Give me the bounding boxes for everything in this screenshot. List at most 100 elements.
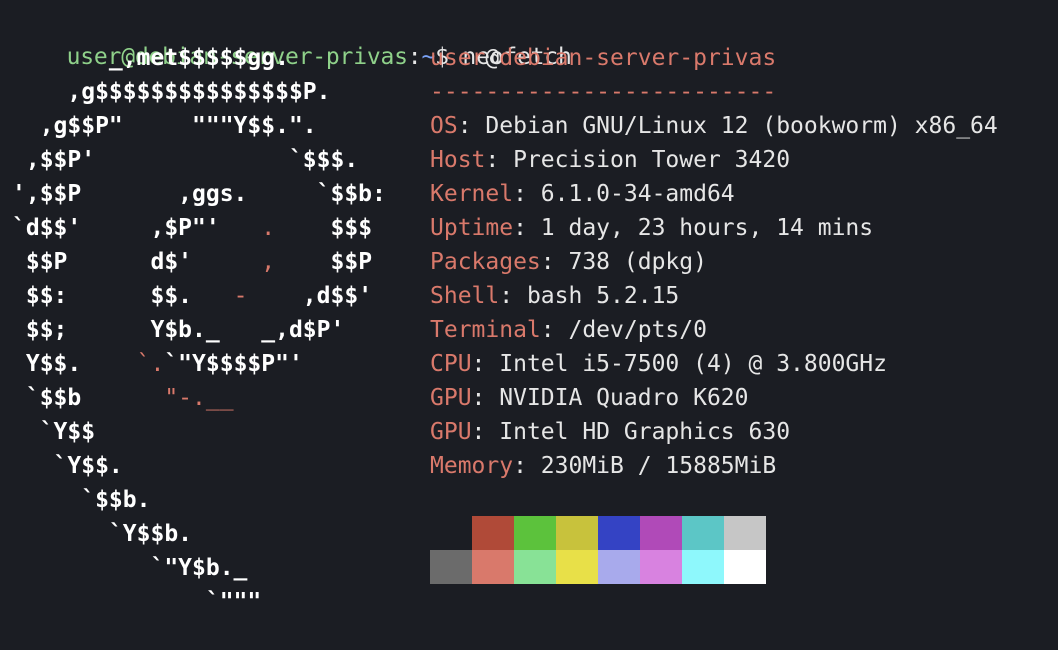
info-key: Memory <box>430 453 514 479</box>
palette-row-normal <box>430 516 766 550</box>
logo-row: `Y$$ <box>12 415 386 449</box>
logo-segment: `. <box>136 351 165 377</box>
info-colon: : <box>513 181 541 207</box>
info-underline: ------------------------- <box>430 79 777 105</box>
color-swatch <box>514 516 556 550</box>
prompt-line: user@debian-server-privas:~$ neofetch <box>12 6 572 70</box>
info-items: OS: Debian GNU/Linux 12 (bookworm) x86_6… <box>430 109 998 483</box>
terminal-window[interactable]: user@debian-server-privas:~$ neofetch _,… <box>0 0 1058 650</box>
logo-row: `$$b "-.__ <box>12 381 386 415</box>
logo-segment: ,g$$P" """Y$$.". <box>12 113 317 139</box>
logo-segment: $$$ <box>275 215 373 241</box>
logo-row: `""" <box>12 585 386 619</box>
info-key: Host <box>430 147 486 173</box>
logo-segment: `"Y$$$$P"' <box>164 351 303 377</box>
logo-row: ',$$P ,ggs. `$$b: <box>12 177 386 211</box>
logo-segment: `""" <box>12 589 262 615</box>
color-swatch <box>724 516 766 550</box>
logo-row: _,met$$$$$gg. <box>12 41 386 75</box>
info-row: Memory: 230MiB / 15885MiB <box>430 449 998 483</box>
info-colon: : <box>471 351 500 377</box>
info-colon: : <box>540 249 569 275</box>
info-value: NVIDIA Quadro K620 <box>499 385 749 411</box>
logo-segment: $$; Y$b._ _,d$P' <box>12 317 345 343</box>
system-info: user@debian-server-privas --------------… <box>430 41 998 483</box>
logo-segment: `"Y$b._ <box>12 555 248 581</box>
color-swatch <box>472 550 514 584</box>
info-value: Intel HD Graphics 630 <box>499 419 791 445</box>
color-swatch <box>724 550 766 584</box>
info-colon: : <box>513 453 541 479</box>
info-title-host: debian-server-privas <box>499 45 777 71</box>
info-colon: : <box>471 419 500 445</box>
info-value: 6.1.0-34-amd64 <box>540 181 735 207</box>
info-row: Packages: 738 (dpkg) <box>430 245 998 279</box>
color-swatch <box>682 550 724 584</box>
info-key: Packages <box>430 249 541 275</box>
info-value: 738 (dpkg) <box>568 249 707 275</box>
logo-segment: `Y$$ <box>12 419 96 445</box>
info-value: 1 day, 23 hours, 14 mins <box>540 215 874 241</box>
info-colon: : <box>540 317 569 343</box>
logo-row: `Y$$b. <box>12 517 386 551</box>
logo-segment: $$: $$. <box>12 283 234 309</box>
logo-row: `$$b. <box>12 483 386 517</box>
color-swatch <box>472 516 514 550</box>
logo-segment: ',$$P ,ggs. `$$b: <box>12 181 386 207</box>
color-swatch <box>430 516 472 550</box>
info-key: Shell <box>430 283 500 309</box>
logo-row: `Y$$. <box>12 449 386 483</box>
logo-segment: ,g$$$$$$$$$$$$$$$P. <box>12 79 331 105</box>
logo-segment: _,met$$$$$gg. <box>12 45 289 71</box>
logo-segment: . <box>261 215 276 241</box>
info-value: Precision Tower 3420 <box>513 147 791 173</box>
info-colon: : <box>499 283 527 309</box>
info-row: Uptime: 1 day, 23 hours, 14 mins <box>430 211 998 245</box>
logo-segment: `$$b. <box>12 487 151 513</box>
info-title-user: user <box>430 45 486 71</box>
info-value: Debian GNU/Linux 12 (bookworm) x86_64 <box>485 113 998 139</box>
info-key: Terminal <box>430 317 541 343</box>
info-value: /dev/pts/0 <box>568 317 707 343</box>
logo-segment: `Y$$b. <box>12 521 193 547</box>
logo-row: $$: $$. - ,d$$' <box>12 279 386 313</box>
info-row: Kernel: 6.1.0-34-amd64 <box>430 177 998 211</box>
info-key: Uptime <box>430 215 514 241</box>
info-value: bash 5.2.15 <box>526 283 680 309</box>
info-key: CPU <box>430 351 472 377</box>
info-value: Intel i5-7500 (4) @ 3.800GHz <box>499 351 887 377</box>
logo-segment: Y$$. <box>12 351 137 377</box>
logo-row: Y$$. `.`"Y$$$$P"' <box>12 347 386 381</box>
info-row: Host: Precision Tower 3420 <box>430 143 998 177</box>
logo-segment: ,$$P' `$$$. <box>12 147 359 173</box>
logo-row: ,$$P' `$$$. <box>12 143 386 177</box>
palette-row-bright <box>430 550 766 584</box>
logo-row: $$; Y$b._ _,d$P' <box>12 313 386 347</box>
color-swatch <box>598 516 640 550</box>
color-swatch <box>430 550 472 584</box>
logo-segment: $$P d$' <box>12 249 262 275</box>
color-swatch <box>598 550 640 584</box>
info-value: 230MiB / 15885MiB <box>540 453 777 479</box>
info-colon: : <box>485 147 514 173</box>
debian-logo-ascii: _,met$$$$$gg. ,g$$$$$$$$$$$$$$$P. ,g$$P"… <box>12 41 386 619</box>
info-title-at: @ <box>485 45 500 71</box>
color-swatch <box>682 516 724 550</box>
info-colon: : <box>513 215 541 241</box>
logo-row: `d$$' ,$P"' . $$$ <box>12 211 386 245</box>
info-colon: : <box>457 113 486 139</box>
info-row: Terminal: /dev/pts/0 <box>430 313 998 347</box>
logo-segment: - <box>233 283 248 309</box>
info-row: GPU: NVIDIA Quadro K620 <box>430 381 998 415</box>
color-swatch <box>556 550 598 584</box>
prompt-separator: : <box>407 44 422 70</box>
color-swatch <box>556 516 598 550</box>
logo-segment: "-.__ <box>164 385 234 411</box>
info-key: GPU <box>430 419 472 445</box>
info-key: Kernel <box>430 181 514 207</box>
logo-segment: $$P <box>275 249 373 275</box>
logo-row: ,g$$$$$$$$$$$$$$$P. <box>12 75 386 109</box>
logo-segment: , <box>261 249 276 275</box>
info-key: OS <box>430 113 458 139</box>
color-swatch <box>640 516 682 550</box>
